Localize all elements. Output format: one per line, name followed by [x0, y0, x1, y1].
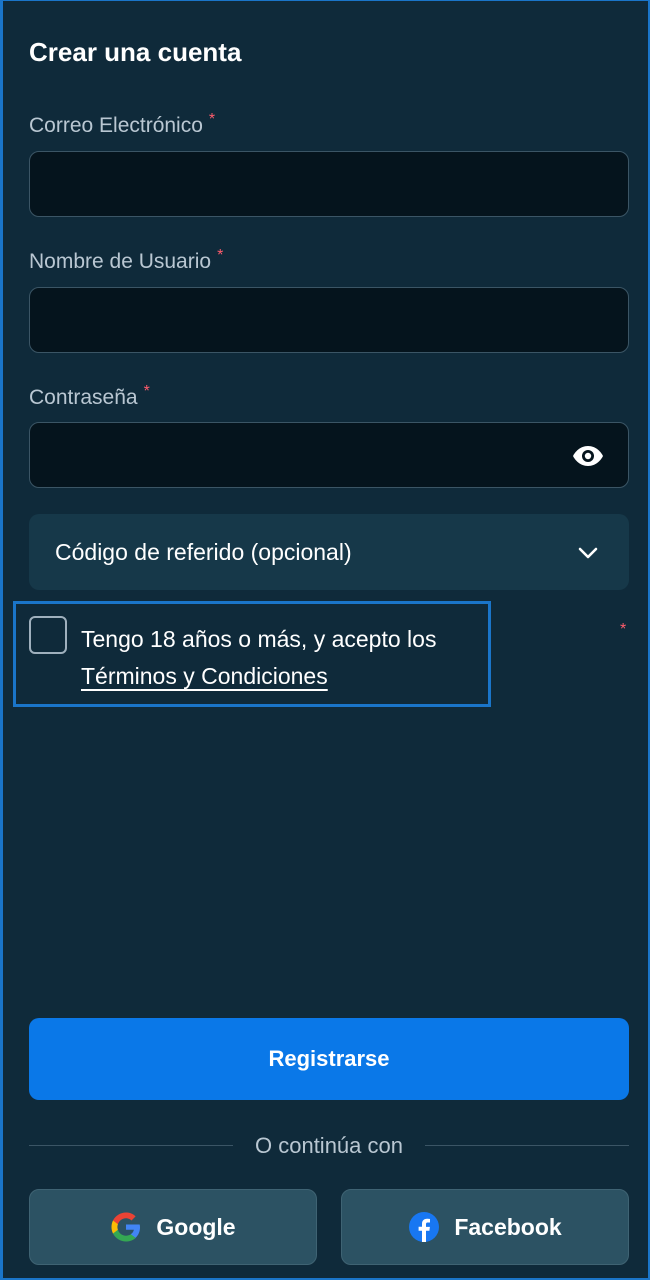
username-label: Nombre de Usuario * [29, 247, 224, 274]
username-label-text: Nombre de Usuario [29, 250, 212, 273]
terms-required-mark: * [620, 621, 627, 638]
divider-text: O continúa con [255, 1133, 403, 1158]
email-label: Correo Electrónico * [29, 111, 216, 138]
password-label-text: Contraseña [29, 386, 138, 409]
password-field[interactable] [29, 422, 629, 488]
required-mark: * [143, 383, 150, 400]
email-field[interactable] [29, 151, 629, 217]
signup-screen: Crear una cuenta Correo Electrónico * Nom… [0, 0, 650, 1280]
chevron-down-icon [578, 547, 598, 559]
google-icon [111, 1212, 141, 1242]
terms-text: Tengo 18 años o más, y acepto los Términ… [81, 621, 491, 695]
required-mark: * [208, 111, 216, 128]
divider-line-right [425, 1145, 629, 1146]
referral-code-dropdown[interactable]: Código de referido (opcional) [29, 514, 629, 590]
google-login-button[interactable]: Google [29, 1189, 317, 1265]
age-terms-checkbox[interactable] [29, 616, 67, 654]
facebook-icon [409, 1212, 440, 1242]
page-title: Crear una cuenta [29, 37, 242, 67]
social-divider: O continúa con [29, 1131, 629, 1161]
required-mark: * [217, 247, 224, 264]
terms-statement: Tengo 18 años o más, y acepto los [81, 626, 437, 652]
facebook-label: Facebook [454, 1213, 562, 1240]
google-label: Google [156, 1213, 236, 1240]
terms-link[interactable]: Términos y Condiciones [81, 663, 328, 689]
register-button[interactable]: Registrarse [29, 1018, 629, 1100]
email-label-text: Correo Electrónico [29, 114, 203, 137]
referral-code-label: Código de referido (opcional) [55, 539, 352, 565]
username-field[interactable] [29, 287, 629, 353]
facebook-login-button[interactable]: Facebook [341, 1189, 629, 1265]
password-label: Contraseña * [29, 383, 150, 410]
eye-icon[interactable] [572, 443, 604, 469]
